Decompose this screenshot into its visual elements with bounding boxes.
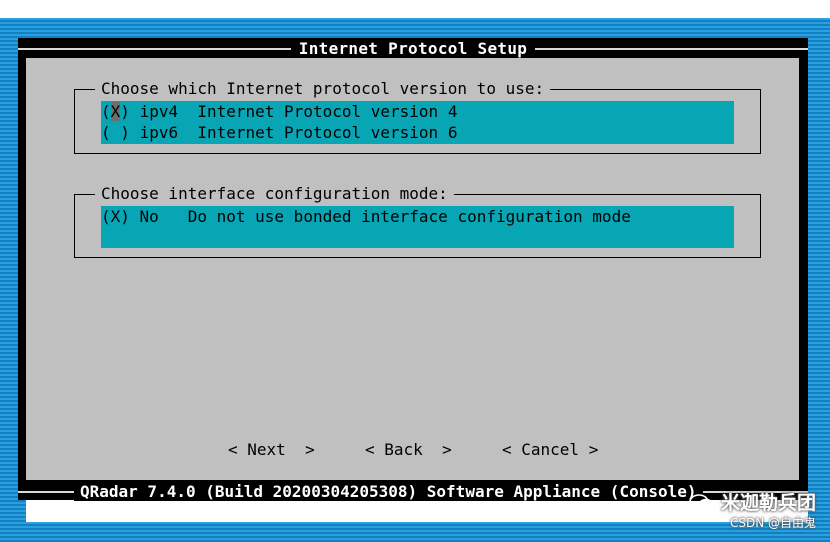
protocol-group: Choose which Internet protocol version t… bbox=[74, 79, 761, 154]
option-key: No bbox=[139, 207, 159, 226]
interface-group: Choose interface configuration mode: (X)… bbox=[74, 184, 761, 258]
watermark-title: 米迦勒兵团 bbox=[720, 492, 816, 514]
next-button[interactable]: < Next > bbox=[228, 438, 315, 462]
wechat-icon bbox=[689, 494, 714, 512]
button-bar: < Next > < Back > < Cancel > bbox=[26, 438, 799, 462]
option-description: Do not use bonded interface configuratio… bbox=[187, 207, 631, 226]
protocol-option-ipv4[interactable]: (X) ipv4 Internet Protocol version 4 bbox=[101, 101, 734, 122]
radio-no[interactable]: (X) bbox=[101, 207, 130, 226]
status-text: QRadar 7.4.0 (Build 20200304205308) Soft… bbox=[74, 481, 703, 501]
protocol-option-ipv6[interactable]: ( ) ipv6 Internet Protocol version 6 bbox=[101, 122, 734, 143]
radio-ipv6[interactable]: ( ) bbox=[101, 123, 130, 142]
back-button[interactable]: < Back > bbox=[365, 438, 452, 462]
interface-option-list: (X) No Do not use bonded interface confi… bbox=[101, 206, 734, 248]
option-key: ipv4 bbox=[139, 102, 179, 121]
dialog-title: Internet Protocol Setup bbox=[290, 38, 536, 58]
protocol-option-list: (X) ipv4 Internet Protocol version 4 ( )… bbox=[101, 101, 734, 144]
console-background-strip bbox=[808, 38, 822, 522]
radio-ipv4[interactable]: (X) bbox=[101, 102, 130, 121]
cursor: X bbox=[110, 102, 121, 121]
watermark-credit: CSDN @自由鬼 bbox=[729, 516, 816, 530]
interface-option-no[interactable]: (X) No Do not use bonded interface confi… bbox=[101, 206, 734, 227]
option-key: ipv6 bbox=[139, 123, 179, 142]
watermark: 米迦勒兵团 CSDN @自由鬼 bbox=[689, 491, 816, 531]
dialog-title-bar: Internet Protocol Setup bbox=[18, 38, 808, 58]
interface-group-label: Choose interface configuration mode: bbox=[95, 184, 454, 204]
protocol-group-label: Choose which Internet protocol version t… bbox=[95, 79, 551, 99]
option-description: Internet Protocol version 4 bbox=[197, 102, 458, 121]
cancel-button[interactable]: < Cancel > bbox=[502, 438, 598, 462]
option-description: Internet Protocol version 6 bbox=[197, 123, 458, 142]
